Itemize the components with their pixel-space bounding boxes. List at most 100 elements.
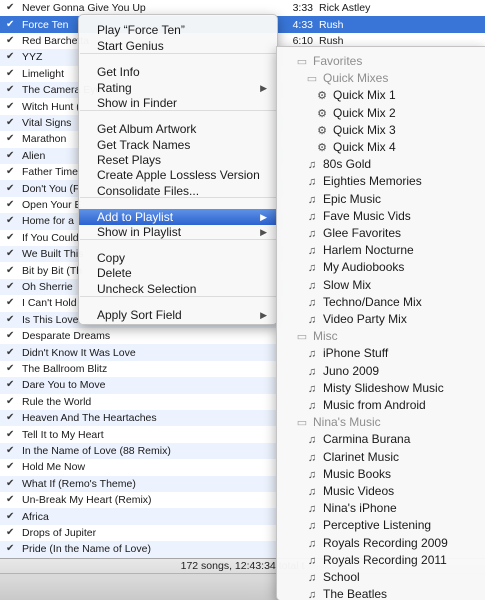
checkmark-icon[interactable]: ✔ (6, 443, 16, 459)
checkmark-icon[interactable]: ✔ (6, 197, 16, 213)
checkmark-icon[interactable]: ✔ (6, 246, 16, 262)
playlist-item-techno-dance-mix[interactable]: ♫ Techno/Dance Mix (277, 294, 485, 311)
playlist-item-music-books[interactable]: ♫ Music Books (277, 466, 485, 483)
menu-item-label: Copy (97, 251, 126, 265)
checkmark-icon[interactable]: ✔ (6, 361, 16, 377)
checkmark-icon[interactable]: ✔ (6, 312, 16, 328)
track-name: In the Name of Love (88 Remix) (22, 444, 171, 457)
playlist-item-harlem-nocturne[interactable]: ♫ Harlem Nocturne (277, 242, 485, 259)
playlist-item-epic-music[interactable]: ♫ Epic Music (277, 191, 485, 208)
checkmark-icon[interactable]: ✔ (6, 17, 16, 33)
menu-item-get-info[interactable]: Get Info (79, 64, 277, 80)
menu-item-show-in-finder[interactable]: Show in Finder (79, 95, 277, 111)
checkmark-icon[interactable]: ✔ (6, 525, 16, 541)
menu-item-uncheck-selection[interactable]: Uncheck Selection (79, 281, 277, 297)
playlist-item-nina-s-iphone[interactable]: ♫ Nina's iPhone (277, 500, 485, 517)
playlist-label: Clarinet Music (323, 449, 400, 464)
menu-item-play-force-ten[interactable]: Play “Force Ten” (79, 22, 277, 38)
checkmark-icon[interactable]: ✔ (6, 99, 16, 115)
menu-item-show-in-playlist[interactable]: Show in Playlist ▶ (79, 224, 277, 240)
checkmark-icon[interactable]: ✔ (6, 427, 16, 443)
checkmark-icon[interactable]: ✔ (6, 230, 16, 246)
checkmark-icon[interactable]: ✔ (6, 148, 16, 164)
playlist-label: iPhone Stuff (323, 346, 389, 361)
playlist-icon: ♫ (307, 434, 317, 447)
checkmark-icon[interactable]: ✔ (6, 66, 16, 82)
track-artist: Rush (319, 18, 344, 31)
smart-playlist-icon: ⚙ (317, 107, 327, 120)
checkmark-icon[interactable]: ✔ (6, 345, 16, 361)
menu-separator (80, 197, 276, 198)
menu-separator (80, 53, 276, 54)
checkmark-icon[interactable]: ✔ (6, 295, 16, 311)
checkmark-icon[interactable]: ✔ (6, 131, 16, 147)
checkmark-icon[interactable]: ✔ (6, 49, 16, 65)
checkmark-icon[interactable]: ✔ (6, 476, 16, 492)
playlist-item-juno-2009[interactable]: ♫ Juno 2009 (277, 363, 485, 380)
menu-item-rating[interactable]: Rating ▶ (79, 80, 277, 96)
checkmark-icon[interactable]: ✔ (6, 263, 16, 279)
playlist-item-fave-music-vids[interactable]: ♫ Fave Music Vids (277, 208, 485, 225)
playlist-icon: ♫ (307, 451, 317, 464)
menu-item-add-to-playlist[interactable]: Add to Playlist ▶ (79, 209, 277, 225)
checkmark-icon[interactable]: ✔ (6, 541, 16, 557)
playlist-item-80s-gold[interactable]: ♫ 80s Gold (277, 156, 485, 173)
checkmark-icon[interactable]: ✔ (6, 213, 16, 229)
checkmark-icon[interactable]: ✔ (6, 115, 16, 131)
playlist-item-quick-mix-3[interactable]: ⚙ Quick Mix 3 (277, 122, 485, 139)
playlist-item-carmina-burana[interactable]: ♫ Carmina Burana (277, 431, 485, 448)
checkmark-icon[interactable]: ✔ (6, 279, 16, 295)
checkmark-icon[interactable]: ✔ (6, 394, 16, 410)
playlist-item-quick-mix-2[interactable]: ⚙ Quick Mix 2 (277, 105, 485, 122)
checkmark-icon[interactable]: ✔ (6, 377, 16, 393)
playlist-item-music-videos[interactable]: ♫ Music Videos (277, 483, 485, 500)
menu-item-reset-plays[interactable]: Reset Plays (79, 152, 277, 168)
checkmark-icon[interactable]: ✔ (6, 82, 16, 98)
playlist-icon: ♫ (307, 193, 317, 206)
playlist-item-video-party-mix[interactable]: ♫ Video Party Mix (277, 311, 485, 328)
menu-item-start-genius[interactable]: Start Genius (79, 38, 277, 54)
playlist-item-misty-slideshow-music[interactable]: ♫ Misty Slideshow Music (277, 380, 485, 397)
menu-item-label: Create Apple Lossless Version (97, 168, 260, 182)
checkmark-icon[interactable]: ✔ (6, 410, 16, 426)
menu-item-copy[interactable]: Copy (79, 250, 277, 266)
playlist-label: Techno/Dance Mix (323, 294, 422, 309)
menu-item-get-album-artwork[interactable]: Get Album Artwork (79, 121, 277, 137)
playlist-item-the-beatles[interactable]: ♫ The Beatles (277, 586, 485, 600)
playlist-item-quick-mix-1[interactable]: ⚙ Quick Mix 1 (277, 87, 485, 104)
playlist-item-royals-recording-2011[interactable]: ♫ Royals Recording 2011 (277, 552, 485, 569)
playlist-icon: ♫ (307, 279, 317, 292)
checkmark-icon[interactable]: ✔ (6, 328, 16, 344)
menu-item-get-track-names[interactable]: Get Track Names (79, 137, 277, 153)
playlist-item-school[interactable]: ♫ School (277, 569, 485, 586)
playlist-icon: ♫ (307, 296, 317, 309)
checkmark-icon[interactable]: ✔ (6, 492, 16, 508)
checkmark-icon[interactable]: ✔ (6, 459, 16, 475)
folder-icon: ▭ (296, 417, 308, 430)
checkmark-icon[interactable]: ✔ (6, 164, 16, 180)
playlist-item-slow-mix[interactable]: ♫ Slow Mix (277, 277, 485, 294)
submenu-arrow-icon: ▶ (260, 227, 267, 237)
menu-item-label: Start Genius (97, 39, 164, 53)
playlist-item-music-from-android[interactable]: ♫ Music from Android (277, 397, 485, 414)
playlist-item-iphone-stuff[interactable]: ♫ iPhone Stuff (277, 345, 485, 362)
playlist-item-royals-recording-2009[interactable]: ♫ Royals Recording 2009 (277, 535, 485, 552)
playlist-item-perceptive-listening[interactable]: ♫ Perceptive Listening (277, 517, 485, 534)
checkmark-icon[interactable]: ✔ (6, 0, 16, 16)
smart-playlist-icon: ⚙ (317, 142, 327, 154)
menu-item-create-apple-lossless-version[interactable]: Create Apple Lossless Version (79, 167, 277, 183)
playlist-item-eighties-memories[interactable]: ♫ Eighties Memories (277, 173, 485, 190)
menu-item-label: Play “Force Ten” (97, 23, 185, 37)
checkmark-icon[interactable]: ✔ (6, 509, 16, 525)
playlist-item-my-audiobooks[interactable]: ♫ My Audiobooks (277, 259, 485, 276)
playlist-item-glee-favorites[interactable]: ♫ Glee Favorites (277, 225, 485, 242)
menu-item-delete[interactable]: Delete (79, 265, 277, 281)
menu-item-apply-sort-field[interactable]: Apply Sort Field ▶ (79, 307, 277, 323)
checkmark-icon[interactable]: ✔ (6, 181, 16, 197)
checkmark-icon[interactable]: ✔ (6, 33, 16, 49)
playlist-folder-quick-mixes: ▭ Quick Mixes (277, 70, 485, 87)
playlist-icon: ♫ (307, 572, 317, 584)
playlist-item-clarinet-music[interactable]: ♫ Clarinet Music (277, 449, 485, 466)
playlist-item-quick-mix-4[interactable]: ⚙ Quick Mix 4 (277, 139, 485, 156)
playlist-icon: ♫ (307, 537, 317, 550)
